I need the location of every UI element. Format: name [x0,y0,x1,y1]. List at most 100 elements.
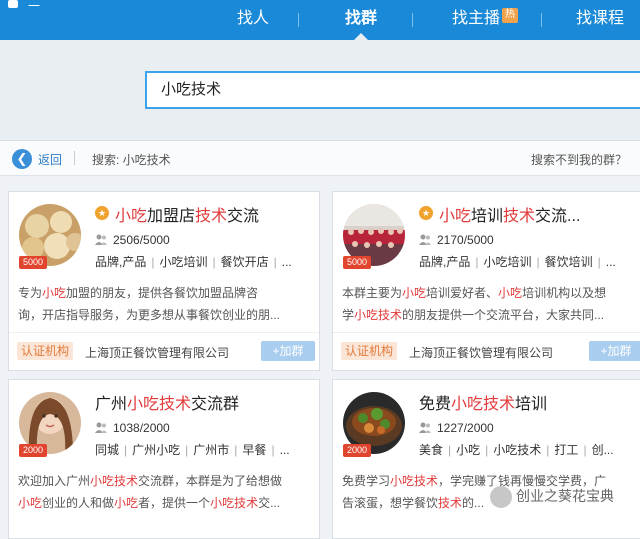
desc-highlight: 小吃 [18,496,43,510]
title-text: 广州 [95,396,128,413]
member-count: 2170/5000 [419,233,494,247]
desc-highlight: 小吃技术 [210,496,259,510]
tab-find-courses[interactable]: 找课程 [566,0,634,40]
group-card[interactable]: 2000 广州小吃技术交流群 1038/2000 同城 | 广州小吃 | 广州市 | 早餐 |… [8,379,320,539]
join-group-button[interactable]: +加群 [589,341,640,361]
desc-highlight: 小吃 [402,286,427,300]
title-text: 加盟店 [147,208,196,225]
certified-badge: 认证机构 [17,342,74,360]
capacity-badge: 2000 [19,444,47,457]
tag: 餐饮开店 [220,255,269,269]
wechat-icon [490,486,512,509]
desc-highlight: 小吃技术 [390,474,439,488]
nav-divider [298,13,299,27]
tab-find-groups[interactable]: 找群 [330,0,392,40]
group-title[interactable]: 小吃培训技术交流... [439,202,580,226]
member-count: 1038/2000 [95,421,170,435]
tag: 小吃培训 [159,255,208,269]
tab-label: 找人 [236,10,269,27]
group-card[interactable]: 5000 ★ 小吃加盟店技术交流 2506/5000 品牌,产品 | 小吃培训 | 餐饮… [8,191,320,371]
desc-text: 创业的人和做 [42,496,115,510]
card-footer: 认证机构 上海顶正餐饮管理有限公司 +加群 [9,332,319,368]
group-tags: 品牌,产品 | 小吃培训 | 餐饮培训 |... [419,255,616,269]
desc-highlight: 小吃技术 [90,474,139,488]
tag: ... [279,443,290,457]
title-text: 交流 [227,208,260,225]
title-text: 培训 [515,396,548,413]
desc-highlight: 技术 [438,496,463,510]
group-tags: 同城 | 广州小吃 | 广州市 | 早餐 |... [95,443,290,457]
hot-badge: 热 [502,8,518,23]
tag: 小吃技术 [493,443,542,457]
desc-text: 本群主要为 [342,286,403,300]
desc-text: 交... [258,496,281,510]
member-count: 1227/2000 [419,421,494,435]
group-description: 专为小吃加盟的朋友，提供各餐饮加盟品牌咨 询，开店指导服务，为更多想从事餐饮创业… [18,282,318,326]
title-text: 免费 [419,396,452,413]
search-input[interactable]: 小吃技术 [145,71,640,109]
group-tags: 品牌,产品 | 小吃培训 | 餐饮开店 |... [95,255,292,269]
title-text: 交流... [535,208,581,225]
back-arrow-icon[interactable]: ❮ [12,149,32,169]
search-query-label: 搜索: 小吃技术 [92,153,171,167]
company-name: 上海顶正餐饮管理有限公司 [85,346,230,360]
group-description: 欢迎加入广州小吃技术交流群，本群是为了给想做 小吃创业的人和做小吃者，提供一个小… [18,470,318,514]
tab-find-people[interactable]: 找人 [222,0,284,40]
desc-highlight: 小吃 [42,286,67,300]
tag: 同城 [95,443,120,457]
tab-label: 找群 [344,10,377,27]
logo-icon [8,0,18,8]
breadcrumb-divider [74,151,75,165]
desc-text: 的朋友提供一个交流平台，大家共同... [402,308,605,322]
tab-label: 找课程 [575,10,624,27]
top-nav-bar: 一 找人 找群 找主播热 找课程 [0,0,640,40]
title-text: 培训 [471,208,504,225]
back-link[interactable]: 返回 [38,151,62,168]
nav-divider [412,13,413,27]
desc-text: 加盟的朋友，提供各餐饮加盟品牌咨 [66,286,259,300]
title-highlight: 技术 [195,208,228,225]
cannot-find-group-link[interactable]: 搜索不到我的群？ [531,151,627,168]
group-title[interactable]: 广州小吃技术交流群 [95,390,239,414]
card-footer: 认证机构 上海顶正餐饮管理有限公司 +加群 [333,332,640,368]
app-logo: 一 [0,0,60,12]
watermark: 创业之葵花宝典 [490,486,614,514]
tag: 广州市 [193,443,230,457]
logo-text: 一 [28,0,41,13]
group-card[interactable]: 5000 ★ 小吃培训技术交流... 2170/5000 品牌,产品 | 小吃培训 |… [332,191,640,371]
member-count-text: 1227/2000 [437,421,494,435]
results-grid: 5000 ★ 小吃加盟店技术交流 2506/5000 品牌,产品 | 小吃培训 | 餐饮… [0,177,640,539]
desc-text: 学 [342,308,355,322]
desc-text: 询，开店指导服务，为更多想从事餐饮创业的朋... [18,308,281,322]
member-count: 2506/5000 [95,233,170,247]
desc-text: 欢迎加入广州 [18,474,91,488]
group-description: 本群主要为小吃培训爱好者、小吃培训机构以及想 学小吃技术的朋友提供一个交流平台，… [342,282,640,326]
member-count-text: 1038/2000 [113,421,170,435]
group-title[interactable]: 免费小吃技术培训 [419,390,547,414]
capacity-badge: 5000 [343,256,371,269]
group-card[interactable]: 2000 免费小吃技术培训 1227/2000 美食 | 小吃 | 小吃技术 | 打工 | 创.… [332,379,640,539]
desc-text: 免费学习 [342,474,391,488]
tag: 美食 [419,443,444,457]
breadcrumb: ❮ 返回 搜索: 小吃技术 搜索不到我的群？ [0,140,640,176]
verified-icon: ★ [419,206,433,220]
tab-find-hosts[interactable]: 找主播热 [440,0,530,40]
group-title[interactable]: 小吃加盟店技术交流 [115,202,259,226]
tag: 品牌,产品 [95,255,147,269]
title-highlight: 小吃 [115,208,148,225]
member-count-text: 2170/5000 [437,233,494,247]
title-highlight: 小吃技术 [127,396,192,413]
desc-highlight: 小吃 [114,496,139,510]
members-icon [95,422,107,433]
certified-badge: 认证机构 [341,342,398,360]
title-highlight: 技术 [503,208,536,225]
capacity-badge: 2000 [343,444,371,457]
desc-text: 的... [462,496,485,510]
watermark-text: 创业之葵花宝典 [516,488,614,504]
capacity-badge: 5000 [19,256,47,269]
desc-highlight: 小吃 [498,286,523,300]
search-area: 小吃技术 [0,40,640,140]
company-name: 上海顶正餐饮管理有限公司 [409,346,554,360]
member-count-text: 2506/5000 [113,233,170,247]
join-group-button[interactable]: +加群 [261,341,315,361]
